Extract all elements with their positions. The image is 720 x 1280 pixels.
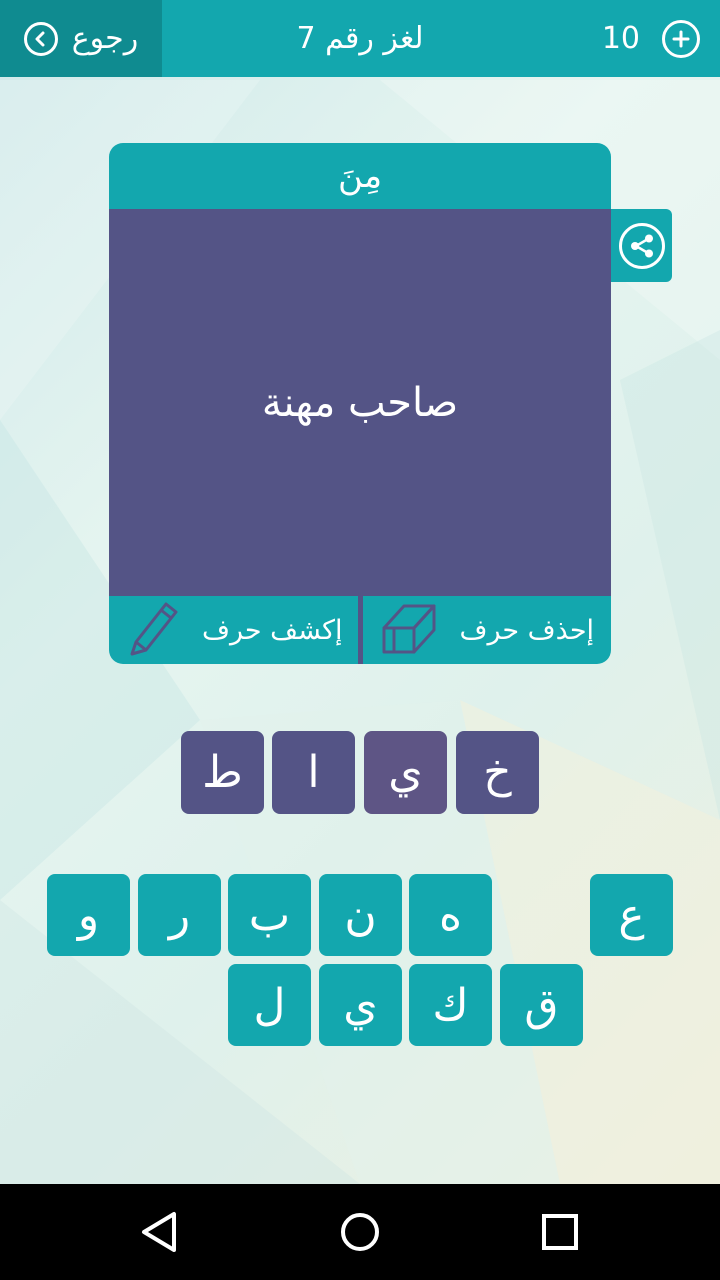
pencil-icon bbox=[124, 598, 180, 663]
delete-letter-label: إحذف حرف bbox=[459, 614, 595, 646]
card-actions: إكشف حرف إحذف حرف bbox=[109, 596, 611, 664]
top-bar: رجوع لغز رقم 7 10 bbox=[0, 0, 720, 77]
letter-key[interactable]: ي bbox=[319, 964, 402, 1046]
card-category: مِنَ bbox=[337, 156, 383, 196]
letter-key[interactable]: ك bbox=[409, 964, 492, 1046]
letter-key[interactable]: ل bbox=[228, 964, 311, 1046]
back-label: رجوع bbox=[71, 21, 139, 56]
letter-key[interactable]: ع bbox=[590, 874, 673, 956]
back-button[interactable]: رجوع bbox=[0, 0, 162, 77]
clue-text: صاحب مهنة bbox=[109, 209, 611, 596]
reveal-letter-button[interactable]: إكشف حرف bbox=[109, 596, 358, 664]
letter-key[interactable]: ه bbox=[409, 874, 492, 956]
chevron-left-circle-icon bbox=[23, 21, 58, 56]
eraser-icon bbox=[380, 598, 438, 663]
answer-slot[interactable]: خ bbox=[456, 731, 539, 814]
letter-key[interactable]: ب bbox=[228, 874, 311, 956]
reveal-letter-label: إكشف حرف bbox=[201, 614, 343, 646]
clue-card: مِنَ صاحب مهنة إكشف حرف إحذف حرف bbox=[109, 143, 611, 664]
recents-square-icon[interactable] bbox=[534, 1206, 586, 1258]
coins-count: 10 bbox=[601, 21, 640, 56]
answer-slot[interactable]: ا bbox=[272, 731, 355, 814]
answer-slot[interactable]: ط bbox=[181, 731, 264, 814]
letter-key[interactable]: ق bbox=[500, 964, 583, 1046]
puzzle-title: لغز رقم 7 bbox=[296, 21, 424, 56]
plus-circle-icon[interactable] bbox=[662, 19, 700, 58]
delete-letter-button[interactable]: إحذف حرف bbox=[363, 596, 612, 664]
back-triangle-icon[interactable] bbox=[134, 1206, 186, 1258]
share-icon bbox=[618, 222, 665, 269]
share-button[interactable] bbox=[611, 209, 672, 282]
letter-key[interactable]: و bbox=[47, 874, 130, 956]
letter-key[interactable]: ر bbox=[138, 874, 221, 956]
answer-slot[interactable]: ي bbox=[364, 731, 447, 814]
letter-key[interactable]: ن bbox=[319, 874, 402, 956]
home-circle-icon[interactable] bbox=[334, 1206, 386, 1258]
coins-area: 10 bbox=[602, 0, 700, 77]
